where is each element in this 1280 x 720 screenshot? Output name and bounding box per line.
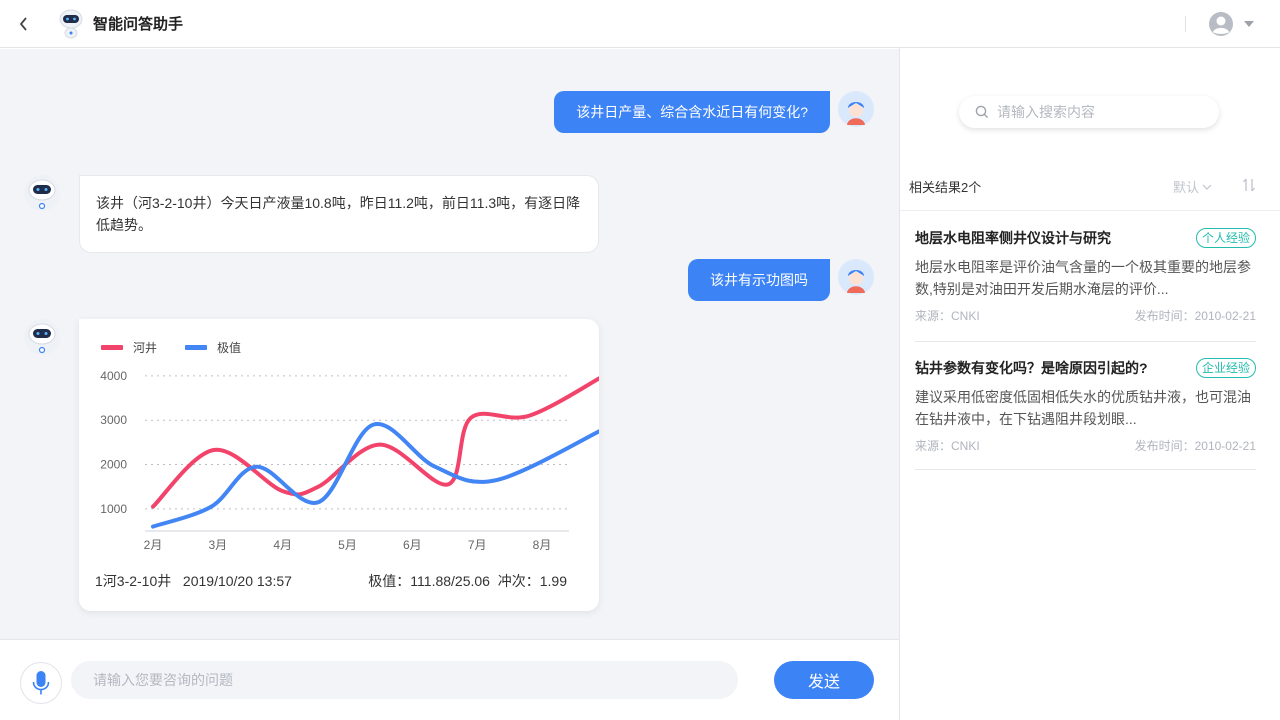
account-menu-button[interactable] [1242,17,1256,31]
bot-avatar-icon [24,319,60,355]
search-input[interactable] [997,104,1197,120]
send-button[interactable]: 发送 [774,661,874,699]
user-message: 该井有示功图吗 [688,259,830,301]
bot-avatar-icon [24,175,60,211]
result-item[interactable]: 钻井参数有变化吗？是啥原因引起的? 企业经验 建议采用低密度低固相低失水的优质钻… [915,358,1256,470]
panel-divider [899,48,900,720]
back-button[interactable] [0,0,48,48]
search-box[interactable] [959,96,1219,128]
legend-swatch [101,345,123,350]
result-item[interactable]: 地层水电阻率侧井仪设计与研究 个人经验 地层水电阻率是评价油气含量的一个极其重要… [915,228,1256,342]
chevron-down-icon [1202,184,1212,190]
chart-card: 1000 2000 3000 4000 2月 3月 4月 5月 6月 7月 8月 河井 极值 1河3-2… [79,319,599,611]
result-source: 来源：CNKI [915,439,980,453]
result-description: 建议采用低密度低固相低失水的优质钻井液，也可混油在钻井液中，在下钻遇阻井段划眼.… [915,389,1251,427]
header-user-area [1185,0,1256,48]
x-tick-label: 6月 [403,538,422,552]
x-tick-label: 3月 [208,538,227,552]
x-tick-label: 2月 [144,538,163,552]
result-date: 发布时间：2010-02-21 [1134,439,1256,453]
app-title: 智能问答助手 [93,16,184,33]
robot-logo-icon [59,9,83,38]
result-meta: 来源：CNKI 发布时间：2010-02-21 [915,308,1256,324]
series-line-1 [151,376,599,509]
user-avatar-icon [838,91,874,127]
chat-panel: 该井日产量、综合含水近日有何变化? 该井（河3-2-10井）今天日产液量10.8… [0,49,899,639]
line-chart: 1000 2000 3000 4000 2月 3月 4月 5月 6月 7月 8月 河井 极值 [100,340,599,552]
sort-order-icon[interactable] [1241,177,1257,193]
chart-footer-well: 1河3-2-10井 2019/10/20 13:57 [95,573,292,589]
result-tag: 企业经验 [1195,358,1256,378]
legend-label: 极值 [217,340,241,355]
microphone-icon [32,671,50,695]
voice-input-button[interactable] [20,662,62,704]
caret-down-icon [1244,21,1254,27]
sort-dropdown[interactable]: 默认 [1173,177,1212,196]
sort-label: 默认 [1173,180,1200,195]
chat-input[interactable] [71,661,738,699]
result-source: 来源：CNKI [915,309,980,323]
y-tick-label: 4000 [100,369,127,383]
results-divider [900,210,1280,211]
chart-footer-stats: 极值：111.88/25.06 冲次：1.99 [368,573,567,589]
user-avatar-icon [838,259,874,295]
result-tag: 个人经验 [1195,228,1256,248]
results-count: 相关结果2个 [909,180,982,195]
user-avatar-icon[interactable] [1208,11,1234,37]
legend-label: 河井 [133,341,157,355]
y-tick-label: 3000 [100,413,127,427]
x-tick-label: 8月 [533,538,552,552]
result-date: 发布时间：2010-02-21 [1134,309,1256,323]
y-tick-label: 2000 [100,458,127,472]
result-meta: 来源：CNKI 发布时间：2010-02-21 [915,438,1256,454]
bot-message: 该井（河3-2-10井）今天日产液量10.8吨，昨日11.2吨，前日11.3吨，… [79,175,599,253]
y-tick-label: 1000 [100,502,127,516]
legend-swatch [185,345,207,350]
chat-input-bar: 发送 [0,639,899,720]
back-arrow-icon [19,16,27,31]
search-icon [975,105,989,119]
x-tick-label: 5月 [338,538,357,552]
x-tick-label: 7月 [468,538,487,552]
header-divider [1185,16,1186,32]
result-description: 地层水电阻率是评价油气含量的一个极其重要的地层参数,特别是对油田开发后期水淹层的… [915,259,1251,297]
chart-footer: 1河3-2-10井 2019/10/20 13:57 极值：111.88/25.… [95,571,567,591]
app-header: 智能问答助手 [0,0,1280,48]
user-message: 该井日产量、综合含水近日有何变化? [554,91,830,133]
series-line-2 [151,422,599,529]
x-tick-label: 4月 [273,538,292,552]
